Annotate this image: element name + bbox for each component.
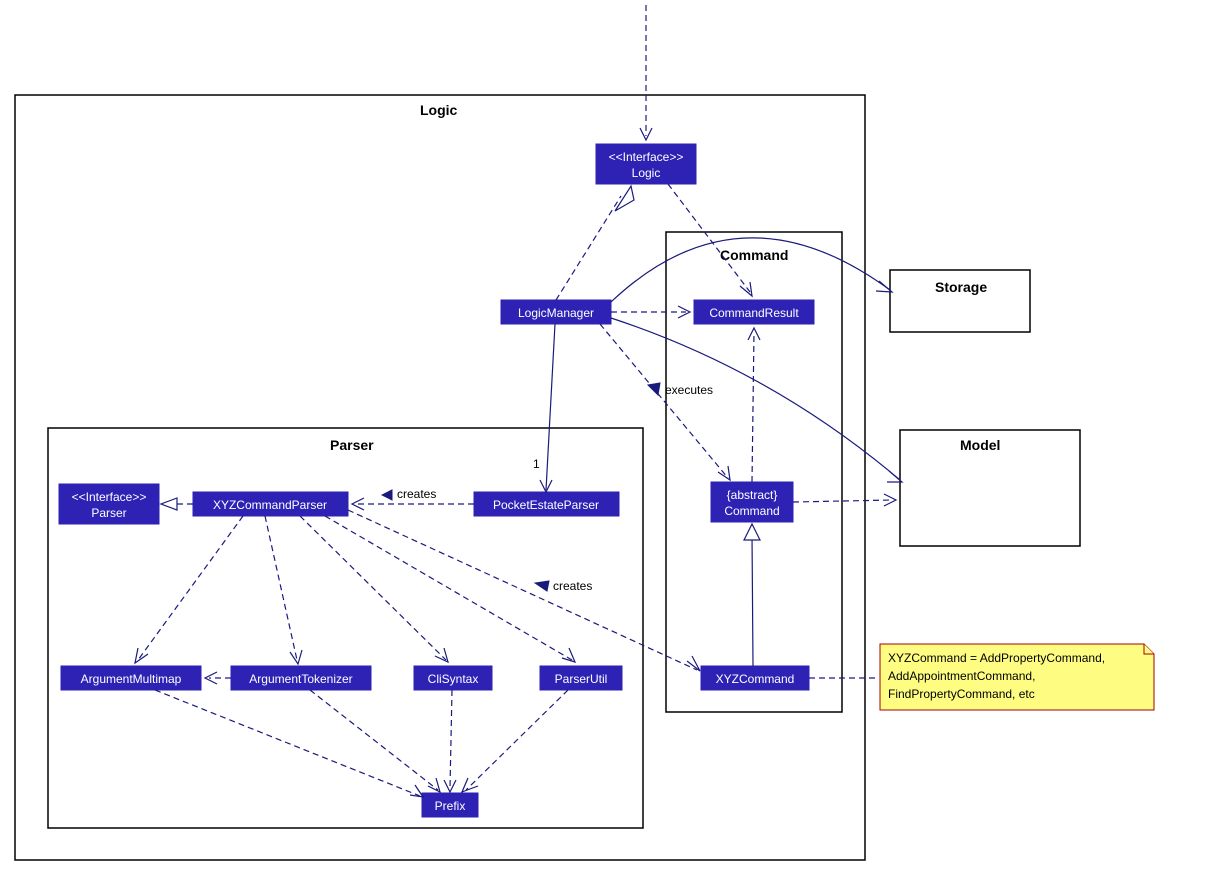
logic-package-title: Logic [420, 102, 458, 118]
edge-xyzparser-to-clisyntax [300, 516, 446, 660]
arrowhead [428, 778, 440, 792]
direction-triangle [382, 490, 392, 500]
logic-package-box [15, 95, 865, 860]
edge-logicmanager-to-pocketestateparser [546, 324, 555, 490]
parser-interface-stereo: <<Interface>> [72, 490, 147, 504]
logic-interface-stereo: <<Interface>> [609, 150, 684, 164]
note-line1: XYZCommand = AddPropertyCommand, [888, 651, 1105, 665]
edge-clisyntax-to-prefix [450, 690, 452, 788]
abstract-command-name: Command [724, 504, 779, 518]
parser-interface-name: Parser [91, 506, 126, 520]
edge-logicmanager-executes-command [600, 324, 728, 478]
storage-title: Storage [935, 279, 987, 295]
hollow-triangle [744, 524, 760, 540]
parser-util-text: ParserUtil [555, 672, 608, 686]
argument-tokenizer-text: ArgumentTokenizer [249, 672, 352, 686]
abstract-command-stereo: {abstract} [727, 488, 778, 502]
edge-command-to-commandresult [752, 332, 754, 482]
executes-label: executes [665, 383, 713, 397]
hollow-triangle [615, 186, 634, 211]
edge-argmultimap-to-prefix [155, 690, 420, 796]
multiplicity-1: 1 [533, 457, 540, 471]
creates1-label: creates [397, 487, 436, 501]
uml-diagram: Logic Parser Command Storage Model <<Int… [0, 0, 1216, 874]
creates2-label: creates [553, 579, 592, 593]
edge-xyzparser-to-argmultimap [138, 516, 243, 660]
xyz-command-text: XYZCommand [716, 672, 795, 686]
model-title: Model [960, 437, 1000, 453]
command-result-text: CommandResult [709, 306, 799, 320]
pocket-estate-parser-text: PocketEstateParser [493, 498, 599, 512]
logic-manager-text: LogicManager [518, 306, 594, 320]
argument-multimap-text: ArgumentMultimap [81, 672, 182, 686]
note-box: XYZCommand = AddPropertyCommand, AddAppo… [880, 644, 1154, 710]
cli-syntax-text: CliSyntax [428, 672, 479, 686]
edge-xyzparser-to-parserutil [325, 516, 572, 660]
direction-triangle [535, 581, 549, 591]
note-line2: AddAppointmentCommand, [888, 669, 1035, 683]
prefix-text: Prefix [435, 799, 466, 813]
xyz-command-parser-text: XYZCommandParser [213, 498, 327, 512]
edge-argtokenizer-to-prefix [310, 690, 438, 790]
edge-parserutil-to-prefix [466, 690, 568, 790]
parser-package-title: Parser [330, 437, 374, 453]
note-line3: FindPropertyCommand, etc [888, 687, 1035, 701]
edge-logicmanager-implements-logic [556, 196, 621, 300]
edge-xyzparser-creates-xyzcommand [348, 510, 697, 670]
arrowhead [462, 778, 478, 792]
command-package-title: Command [720, 247, 788, 263]
arrowhead [562, 648, 575, 662]
hollow-triangle [161, 498, 177, 510]
direction-triangle [648, 383, 660, 395]
logic-interface-name: Logic [632, 166, 661, 180]
edge-xyzparser-to-argtokenizer [265, 516, 297, 660]
edge-xyzcommand-extends-command [752, 534, 753, 666]
edge-logicmanager-to-model [611, 318, 900, 480]
arrowhead [740, 282, 752, 296]
